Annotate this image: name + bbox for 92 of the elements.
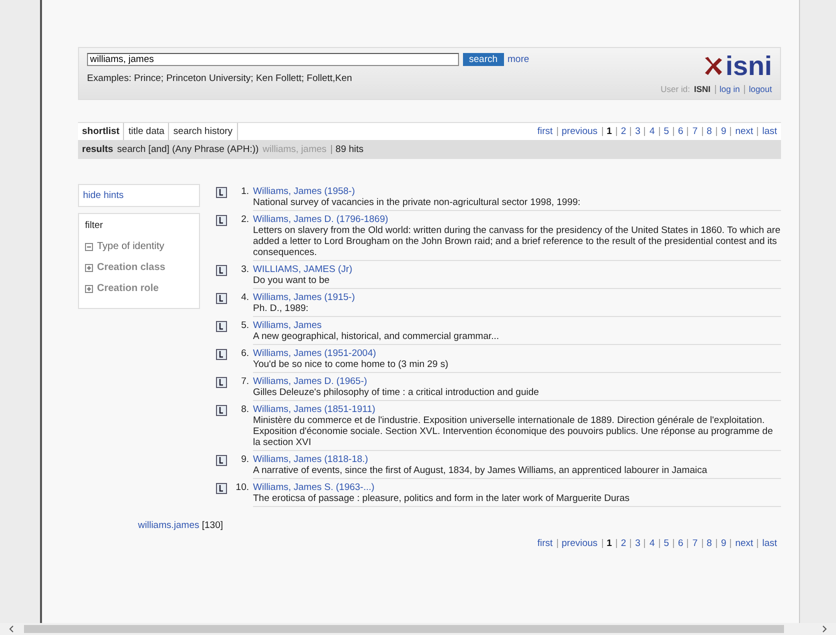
search-term: williams, james	[262, 144, 327, 155]
page-link[interactable]: 6	[678, 538, 684, 549]
result-number: 7.	[240, 376, 249, 389]
page-link[interactable]: next	[735, 126, 754, 137]
page-link[interactable]: 5	[664, 126, 670, 137]
result-name-link[interactable]: Williams, James (1958-)	[253, 186, 355, 197]
logo-text: isni	[725, 53, 772, 79]
record-icon[interactable]	[216, 187, 227, 198]
page-link[interactable]: last	[762, 126, 777, 137]
related-count: [130]	[202, 520, 224, 531]
result-number: 10.	[234, 482, 249, 495]
page-link[interactable]: 7	[692, 126, 698, 137]
record-icon[interactable]	[216, 349, 227, 360]
results-label: results	[82, 144, 114, 155]
result-number: 9.	[240, 454, 249, 467]
page-link[interactable]: 3	[635, 538, 640, 549]
page-link[interactable]: 7	[692, 538, 698, 549]
search-field[interactable]: williams, james	[87, 53, 459, 66]
record-icon[interactable]	[216, 321, 227, 332]
result-title: The eroticsa of passage : pleasure, politics and form in the later work of Marguerite Duras	[253, 493, 630, 504]
record-icon[interactable]	[216, 455, 227, 466]
page-link[interactable]: next	[735, 538, 754, 549]
user-id: ISNI	[694, 84, 710, 94]
page-link[interactable]: 1	[606, 126, 612, 137]
logout-link[interactable]: logout	[748, 84, 772, 94]
result-title: Ph. D., 1989:	[253, 303, 310, 314]
filter-label[interactable]: Creation class	[97, 262, 166, 273]
logo-icon	[703, 56, 724, 76]
hits-count: 89 hits	[336, 144, 364, 155]
result-title: Do you want to be	[253, 275, 331, 286]
result-name-link[interactable]: Williams, James	[253, 320, 322, 331]
result-name-link[interactable]: Williams, James (1851-1911)	[253, 404, 376, 415]
result-title: Gilles Deleuze's philosophy of time : a critical introduction and guide	[253, 387, 540, 398]
page-link[interactable]: 8	[706, 126, 712, 137]
result-number: 2.	[240, 214, 249, 227]
collapse-icon[interactable]	[85, 242, 93, 250]
page-link[interactable]: 8	[706, 538, 712, 549]
scroll-right-icon[interactable]	[820, 625, 828, 633]
result-name-link[interactable]: Williams, James S. (1963-...)	[253, 482, 374, 493]
result-title: Ministère du commerce et de l'industrie. Exposition universelle internationale de 1889. Direction générale de l'exploitation. Exposition d'économie sociale. Section XVL. Intervention économique des pouvoirs publics. Une réponse au programme de la section XVI	[253, 415, 774, 448]
related-link[interactable]: williams.james	[138, 520, 200, 531]
result-title: You'd be so nice to come home to (3 min 29 s)	[253, 359, 450, 370]
result-number: 5.	[240, 320, 249, 333]
result-name-link[interactable]: Williams, James (1915-)	[253, 292, 355, 303]
result-title: National survey of vacancies in the private non-agricultural sector 1998, 1999:	[253, 197, 582, 208]
page-link[interactable]: first	[537, 126, 553, 137]
result-number: 6.	[240, 348, 249, 361]
result-name-link[interactable]: WILLIAMS, JAMES (Jr)	[253, 264, 352, 275]
result-name-link[interactable]: Williams, James (1951-2004)	[253, 348, 376, 359]
result-name-link[interactable]: Williams, James D. (1965-)	[253, 376, 368, 387]
page-link[interactable]: 2	[620, 126, 626, 137]
result-number: 1.	[240, 186, 249, 199]
filter-title: filter	[85, 220, 104, 231]
page-link[interactable]: 1	[606, 538, 612, 549]
query-text: search [and] (Any Phrase (APH:))	[117, 144, 259, 155]
page-link[interactable]: 6	[678, 126, 684, 137]
page-link[interactable]: first	[537, 538, 553, 549]
record-icon[interactable]	[216, 483, 227, 494]
page-link[interactable]: 2	[620, 538, 626, 549]
record-icon[interactable]	[216, 293, 227, 304]
login-link[interactable]: log in	[720, 84, 740, 94]
expand-icon[interactable]	[85, 264, 93, 272]
hide-hints-link[interactable]: hide hints	[78, 184, 200, 207]
result-number: 3.	[240, 264, 249, 277]
page-link[interactable]: 4	[649, 538, 655, 549]
result-title: A new geographical, historical, and commercial grammar...	[253, 331, 500, 342]
page-link[interactable]: previous	[562, 538, 598, 549]
result-name-link[interactable]: Williams, James D. (1796-1869)	[253, 214, 388, 225]
page-link[interactable]: 9	[720, 126, 726, 137]
result-title: A narrative of events, since the first of August, 1834, by James Williams, an apprenticed labourer in Jamaica	[253, 465, 708, 476]
user-label: User id:	[660, 84, 690, 94]
expand-icon[interactable]	[85, 284, 93, 292]
record-icon[interactable]	[216, 215, 227, 226]
more-link[interactable]: more	[508, 54, 530, 65]
result-number: 8.	[240, 404, 249, 417]
scroll-left-icon[interactable]	[8, 625, 16, 633]
record-icon[interactable]	[216, 405, 227, 416]
record-icon[interactable]	[216, 377, 227, 388]
page-link[interactable]: last	[762, 538, 777, 549]
page-link[interactable]: 5	[664, 538, 670, 549]
record-icon[interactable]	[216, 265, 227, 276]
filter-label[interactable]: Type of identity	[97, 241, 164, 252]
page-link[interactable]: 3	[635, 126, 640, 137]
result-title: Letters on slavery from the Old world: written during the canvass for the presidency of the United States in 1860. To which are added a letter to Lord Brougham on the John Brown raid; and a brief reference to the result of the presidential contest and its consequences.	[253, 225, 781, 258]
filter-label[interactable]: Creation role	[97, 283, 159, 294]
result-number: 4.	[240, 292, 249, 305]
page-link[interactable]: 9	[720, 538, 726, 549]
examples-text: Examples: Prince; Princeton University; Ken Follett; Follett,Ken	[87, 73, 354, 84]
page-link[interactable]: 4	[649, 126, 655, 137]
result-name-link[interactable]: Williams, James (1818-18.)	[253, 454, 368, 465]
search-button[interactable]: search	[463, 53, 504, 66]
page-link[interactable]: previous	[562, 126, 598, 137]
